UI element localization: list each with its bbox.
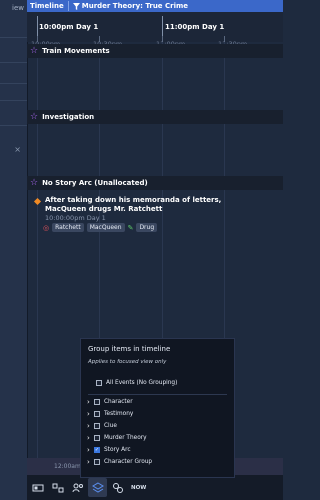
group-option-story-arc[interactable]: › Story Arc [87, 445, 131, 455]
checkbox[interactable] [96, 380, 102, 386]
chevron-right-icon[interactable]: › [87, 398, 94, 406]
divider [0, 62, 27, 63]
checkbox[interactable] [94, 411, 100, 417]
card-icon [32, 484, 43, 491]
event-title[interactable]: After taking down his memoranda of lette… [45, 196, 230, 214]
arc-header-train-movements[interactable]: ☆ Train Movements [27, 44, 283, 58]
card-view-button[interactable] [28, 478, 47, 497]
checkbox[interactable] [94, 459, 100, 465]
group-option-character-group[interactable]: › Character Group [87, 457, 152, 467]
tag-chip[interactable]: Ratchett [52, 223, 84, 232]
star-icon: ☆ [30, 46, 39, 56]
option-label: Character Group [104, 459, 153, 465]
divider [67, 1, 69, 11]
option-label: All Events (No Grouping) [106, 380, 178, 386]
checkbox[interactable] [94, 399, 100, 405]
group-items-button[interactable] [88, 478, 107, 497]
popup-title: Group items in timeline [88, 345, 171, 353]
group-option-clue[interactable]: › Clue [87, 421, 117, 431]
tag-chip[interactable]: MacQueen [86, 223, 125, 232]
link-icon [112, 482, 123, 493]
left-pane-tab-label[interactable]: iew [12, 4, 24, 12]
group-option-character[interactable]: › Character [87, 397, 133, 407]
ruler-major-label: 11:00pm Day 1 [165, 23, 225, 31]
left-pane: iew × [0, 0, 28, 500]
arc-title: Train Movements [42, 47, 110, 55]
layout-icon [52, 483, 63, 492]
chevron-right-icon[interactable]: › [87, 422, 94, 430]
layers-icon [91, 481, 104, 493]
checkbox[interactable] [94, 423, 100, 429]
tag-chip[interactable]: Drug [136, 223, 158, 232]
arc-header-unallocated[interactable]: ☆ No Story Arc (Unallocated) [27, 176, 283, 190]
star-icon: ☆ [30, 112, 39, 122]
option-label: Clue [104, 423, 117, 429]
chevron-right-icon[interactable]: › [87, 410, 94, 418]
now-button[interactable]: NOW [131, 485, 146, 491]
option-label: Testimony [104, 411, 134, 417]
view-title[interactable]: Murder Theory: True Crime [82, 2, 188, 10]
arc-header-investigation[interactable]: ☆ Investigation [27, 110, 283, 124]
ruler-major-label: 10:00pm Day 1 [39, 23, 99, 31]
group-items-popup: Group items in timeline Applies to focus… [80, 338, 235, 478]
option-label: Character [104, 399, 133, 405]
chevron-right-icon[interactable]: › [87, 434, 94, 442]
group-option-murder-theory[interactable]: › Murder Theory [87, 433, 147, 443]
target-icon: ◎ [43, 223, 50, 232]
divider [0, 125, 27, 126]
event-time: 10:00:00pm Day 1 [45, 214, 106, 222]
chevron-right-icon[interactable]: › [87, 458, 94, 466]
popup-subtitle: Applies to focused view only [88, 359, 167, 365]
links-button[interactable] [108, 478, 127, 497]
all-events-option[interactable]: All Events (No Grouping) [96, 378, 177, 388]
time-ruler[interactable]: 10:00pm Day 1 11:00pm Day 1 10:00pm 10:3… [27, 12, 283, 48]
divider [0, 37, 27, 38]
event-tags: ◎ Ratchett MacQueen ✎ Drug [43, 223, 158, 232]
divider [0, 100, 27, 101]
checkbox-checked[interactable] [94, 447, 100, 453]
arc-title: Investigation [42, 113, 95, 121]
option-label: Story Arc [104, 447, 131, 453]
close-icon[interactable]: × [14, 145, 21, 154]
timeline-header: Timeline Murder Theory: True Crime [27, 0, 283, 12]
checkbox[interactable] [94, 435, 100, 441]
characters-button[interactable] [68, 478, 87, 497]
layout-button[interactable] [48, 478, 67, 497]
group-option-testimony[interactable]: › Testimony [87, 409, 133, 419]
filter-icon[interactable] [72, 2, 80, 10]
people-icon [72, 483, 83, 492]
option-label: Murder Theory [104, 435, 147, 441]
arc-title: No Story Arc (Unallocated) [42, 179, 148, 187]
pen-icon: ✎ [127, 223, 134, 232]
bottom-toolbar: NOW [27, 475, 283, 500]
chevron-right-icon[interactable]: › [87, 446, 94, 454]
tab-timeline[interactable]: Timeline [30, 2, 64, 10]
divider [88, 394, 227, 395]
star-icon: ☆ [30, 178, 39, 188]
divider [0, 83, 27, 84]
